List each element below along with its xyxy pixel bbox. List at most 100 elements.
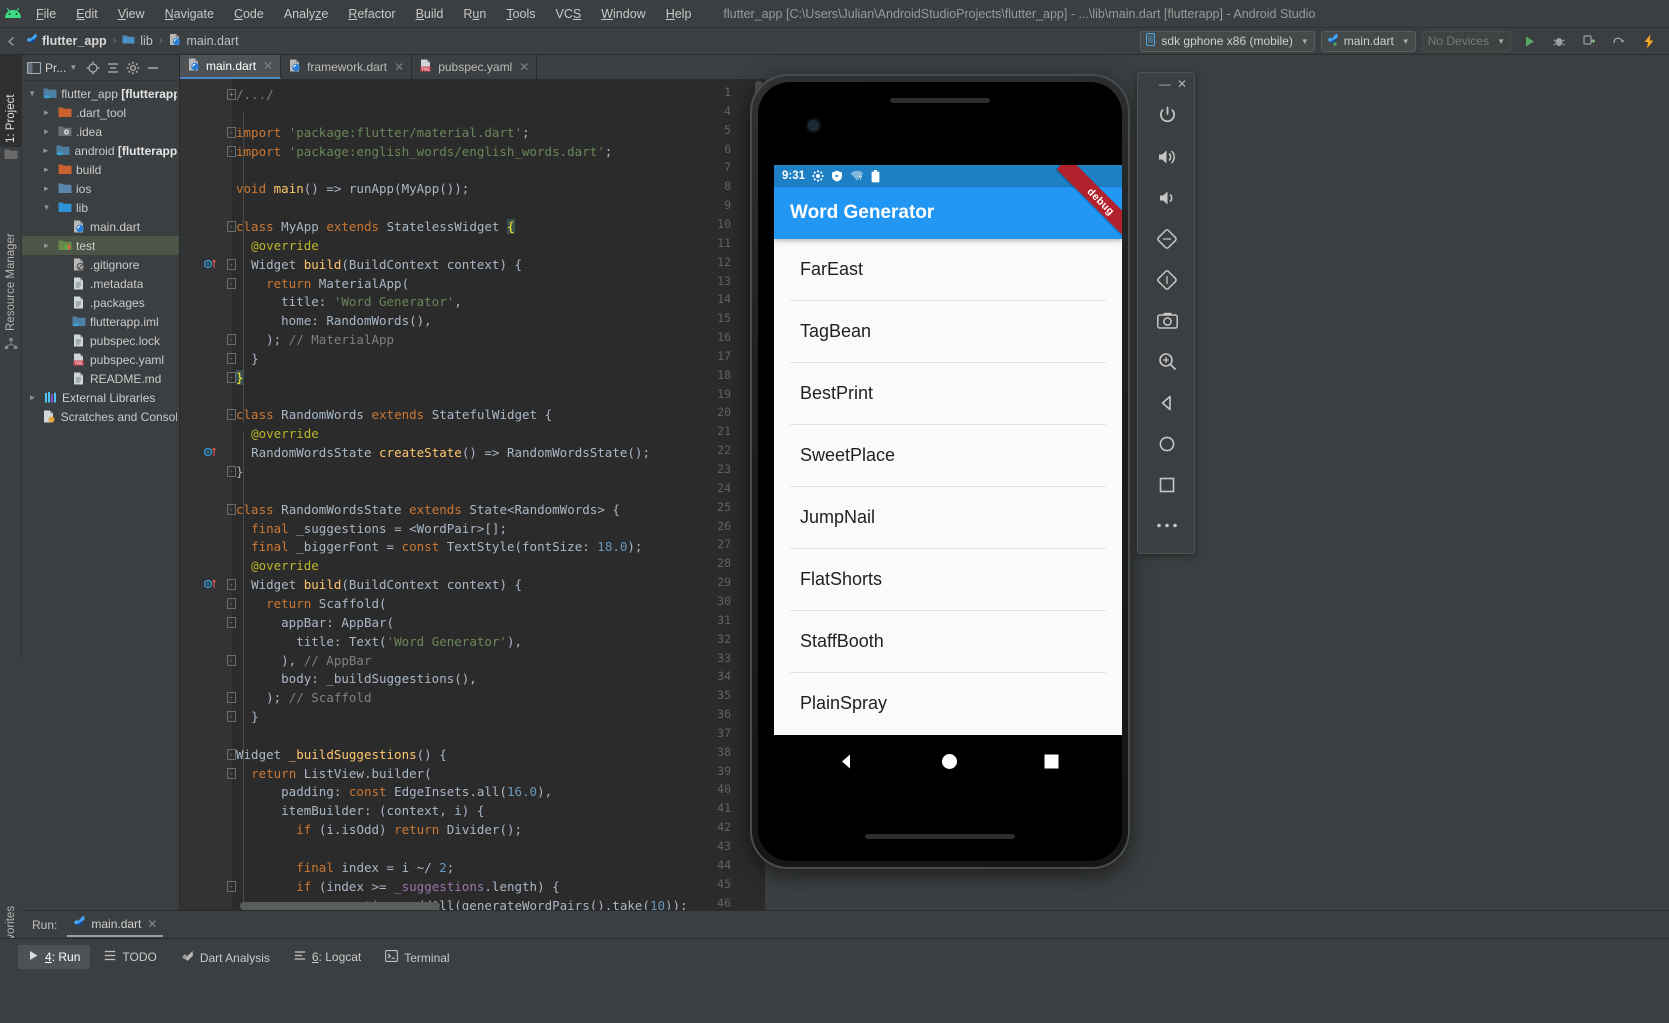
back-arrow-icon[interactable] (0, 35, 22, 48)
code-line[interactable]: final index = i ~/ 2; (236, 858, 454, 877)
attach-debugger-button[interactable] (1607, 30, 1631, 52)
code-line[interactable]: ); // MaterialApp (236, 330, 394, 349)
camera-icon[interactable] (1138, 300, 1196, 341)
tree-item-flutter-app[interactable]: ▼flutter_app [flutterapp] (22, 84, 179, 103)
emulator-screen[interactable]: 9:31 ? (774, 165, 1122, 735)
code-line[interactable]: class MyApp extends StatelessWidget { (236, 217, 515, 236)
tree-item-external-libraries[interactable]: ►External Libraries (22, 388, 179, 407)
code-line[interactable]: return MaterialApp( (236, 274, 409, 293)
breadcrumb-project[interactable]: flutter_app (22, 31, 111, 51)
back-icon[interactable] (1138, 382, 1196, 423)
breadcrumb-file[interactable]: main.dart (164, 31, 242, 51)
fold-toggle-icon[interactable]: - (227, 466, 236, 477)
fold-toggle-icon[interactable]: - (227, 372, 236, 383)
menu-window[interactable]: Window (591, 2, 655, 26)
word-list-item[interactable]: BestPrint (790, 363, 1106, 424)
code-line[interactable]: Widget build(BuildContext context) { (236, 575, 522, 594)
menu-refactor[interactable]: Refactor (338, 2, 405, 26)
fold-toggle-icon[interactable]: - (227, 334, 236, 345)
power-icon[interactable] (1138, 95, 1196, 136)
fold-toggle-icon[interactable]: - (227, 579, 236, 590)
rail-resource-manager[interactable]: Resource Manager (0, 175, 22, 335)
status-button-run[interactable]: 4: Run (18, 945, 90, 969)
rotate-right-icon[interactable] (1138, 259, 1196, 300)
code-line[interactable]: class RandomWords extends StatefulWidget… (236, 405, 552, 424)
fold-toggle-icon[interactable]: - (227, 711, 236, 722)
editor-horizontal-scrollbar[interactable] (240, 902, 440, 910)
code-line[interactable]: @override (236, 236, 319, 255)
fold-toggle-icon[interactable]: - (227, 221, 236, 232)
fold-toggle-icon[interactable]: - (227, 127, 236, 138)
word-suggestion-list[interactable]: FarEastTagBeanBestPrintSweetPlaceJumpNai… (774, 239, 1122, 734)
code-line[interactable]: itemBuilder: (context, i) { (236, 801, 484, 820)
breadcrumb-folder[interactable]: lib (118, 32, 157, 50)
gear-icon[interactable] (124, 59, 141, 77)
debug-button[interactable] (1547, 30, 1571, 52)
nav-recents-icon[interactable] (1043, 753, 1060, 770)
close-icon-run-tab[interactable]: ✕ (147, 917, 157, 931)
code-line[interactable]: padding: const EdgeInsets.all(16.0), (236, 782, 552, 801)
tree-item--gitignore[interactable]: .gitignore (22, 255, 179, 274)
code-line[interactable]: void main() => runApp(MyApp()); (236, 179, 469, 198)
status-button-terminal[interactable]: Terminal (375, 945, 459, 970)
chevron-down-icon-panel[interactable]: ▼ (69, 63, 77, 72)
fold-toggle-icon[interactable]: - (227, 598, 236, 609)
tree-item-ios[interactable]: ►ios (22, 179, 179, 198)
nav-back-icon[interactable] (837, 752, 856, 771)
no-devices-selector[interactable]: No Devices ▼ (1422, 31, 1511, 52)
code-line[interactable]: final _suggestions = <WordPair>[]; (236, 519, 507, 538)
code-line[interactable]: import 'package:flutter/material.dart'; (236, 123, 530, 142)
hide-panel-icon[interactable] (144, 59, 161, 77)
word-list-item[interactable]: FarEast (790, 239, 1106, 300)
minimize-icon[interactable]: — (1159, 78, 1171, 90)
fold-toggle-icon[interactable]: - (227, 146, 236, 157)
editor-tab-pubspec-yaml[interactable]: YMLpubspec.yaml✕ (412, 55, 537, 79)
menu-tools[interactable]: Tools (496, 2, 545, 26)
word-list-item[interactable]: TagBean (790, 301, 1106, 362)
code-line[interactable]: body: _buildSuggestions(), (236, 669, 477, 688)
tree-toggle-collapsed-icon[interactable]: ► (40, 108, 53, 117)
code-line[interactable]: import 'package:english_words/english_wo… (236, 142, 612, 161)
code-line[interactable]: return ListView.builder( (236, 764, 432, 783)
code-line[interactable]: } (236, 349, 259, 368)
device-selector[interactable]: sdk gphone x86 (mobile) ▼ (1140, 31, 1314, 52)
code-line[interactable]: RandomWordsState createState() => Random… (236, 443, 650, 462)
editor-gutter[interactable] (180, 79, 232, 910)
tree-toggle-collapsed-icon[interactable]: ► (40, 165, 53, 174)
word-list-item[interactable]: SweetPlace (790, 425, 1106, 486)
code-line[interactable]: Widget _buildSuggestions() { (236, 745, 447, 764)
menu-build[interactable]: Build (406, 2, 454, 26)
code-line[interactable]: /.../ (236, 85, 274, 104)
menu-view[interactable]: View (108, 2, 155, 26)
tree-toggle-collapsed-icon[interactable]: ► (26, 393, 39, 402)
fold-toggle-icon[interactable]: - (227, 881, 236, 892)
fold-toggle-icon[interactable]: - (227, 353, 236, 364)
tree-item-scratches-and-consoles[interactable]: Scratches and Consoles (22, 407, 179, 426)
fold-toggle-icon[interactable]: - (227, 504, 236, 515)
code-area[interactable]: 1+/.../45-import 'package:flutter/materi… (180, 79, 765, 910)
tree-item--metadata[interactable]: .metadata (22, 274, 179, 293)
nav-home-icon[interactable] (940, 752, 959, 771)
tree-toggle-collapsed-icon[interactable]: ► (40, 127, 53, 136)
code-line[interactable]: final _biggerFont = const TextStyle(font… (236, 537, 642, 556)
menu-run[interactable]: Run (453, 2, 496, 26)
close-icon[interactable]: ✕ (1177, 78, 1187, 90)
code-line[interactable]: if (index >= _suggestions.length) { (236, 877, 560, 896)
collapse-all-icon[interactable] (104, 59, 121, 77)
fold-toggle-icon[interactable]: - (227, 768, 236, 779)
close-icon-tab[interactable]: ✕ (263, 59, 273, 73)
profile-button[interactable] (1577, 30, 1601, 52)
tree-item-lib[interactable]: ▼lib (22, 198, 179, 217)
code-line[interactable]: home: RandomWords(), (236, 311, 432, 330)
home-icon[interactable] (1138, 423, 1196, 464)
tree-item--idea[interactable]: ►.idea (22, 122, 179, 141)
rail-project[interactable]: 1: Project (0, 55, 22, 147)
word-list-item[interactable]: StaffBooth (790, 611, 1106, 672)
tree-item-main-dart[interactable]: main.dart (22, 217, 179, 236)
fold-toggle-icon[interactable]: - (227, 617, 236, 628)
code-line[interactable]: return Scaffold( (236, 594, 387, 613)
tree-toggle-expanded-icon[interactable]: ▼ (26, 89, 38, 98)
tree-item-flutterapp-iml[interactable]: flutterapp.iml (22, 312, 179, 331)
tree-item-pubspec-yaml[interactable]: YMLpubspec.yaml (22, 350, 179, 369)
project-tree[interactable]: ▼flutter_app [flutterapp]►.dart_tool►.id… (22, 81, 179, 426)
